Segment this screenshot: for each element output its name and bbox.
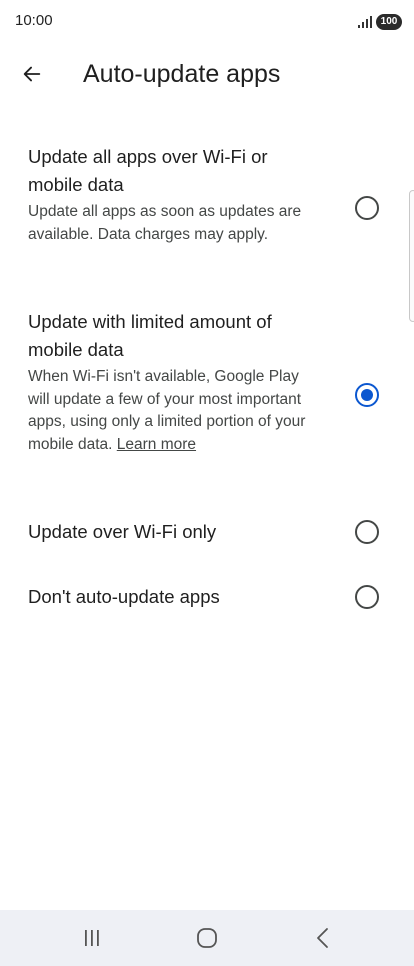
status-time: 10:00 xyxy=(15,12,53,29)
scrollbar[interactable] xyxy=(409,190,414,322)
home-icon xyxy=(197,928,217,948)
option-title: Update all apps over Wi-Fi or mobile dat… xyxy=(28,146,268,195)
option-all-apps[interactable]: Update all apps over Wi-Fi or mobile dat… xyxy=(0,143,414,279)
option-title: Update over Wi-Fi only xyxy=(28,521,217,542)
radio-dot xyxy=(361,389,373,401)
battery-icon: 100 xyxy=(376,14,402,30)
option-text: Update with limited amount of mobile dat… xyxy=(28,308,320,456)
option-title: Update with limited amount of mobile dat… xyxy=(28,311,272,360)
home-button[interactable] xyxy=(187,922,227,954)
navigation-bar xyxy=(0,910,414,966)
page-title: Auto-update apps xyxy=(83,60,281,88)
radio-button-selected[interactable] xyxy=(355,383,379,407)
option-text: Update over Wi-Fi only xyxy=(28,518,320,546)
option-wifi-only[interactable]: Update over Wi-Fi only xyxy=(0,516,414,548)
signal-icon xyxy=(358,16,372,28)
option-text: Update all apps over Wi-Fi or mobile dat… xyxy=(28,143,320,246)
arrow-back-icon xyxy=(23,66,41,82)
screen: 10:00 100 Auto-update apps Update all ap… xyxy=(0,0,414,966)
option-title: Don't auto-update apps xyxy=(28,586,220,607)
recents-button[interactable] xyxy=(72,922,112,954)
nav-back-icon xyxy=(317,928,328,948)
back-button[interactable] xyxy=(14,56,50,92)
radio-button[interactable] xyxy=(355,520,379,544)
status-bar: 10:00 100 xyxy=(0,0,414,44)
option-description: Update all apps as soon as updates are a… xyxy=(28,203,302,243)
option-dont-update[interactable]: Don't auto-update apps xyxy=(0,581,414,613)
radio-button[interactable] xyxy=(355,196,379,220)
option-limited-data[interactable]: Update with limited amount of mobile dat… xyxy=(0,308,414,488)
option-text: Don't auto-update apps xyxy=(28,583,320,611)
option-description: When Wi-Fi isn't available, Google Play … xyxy=(28,366,320,456)
learn-more-link[interactable]: Learn more xyxy=(117,436,196,453)
recents-icon xyxy=(85,930,99,946)
radio-button[interactable] xyxy=(355,585,379,609)
nav-back-button[interactable] xyxy=(303,922,343,954)
